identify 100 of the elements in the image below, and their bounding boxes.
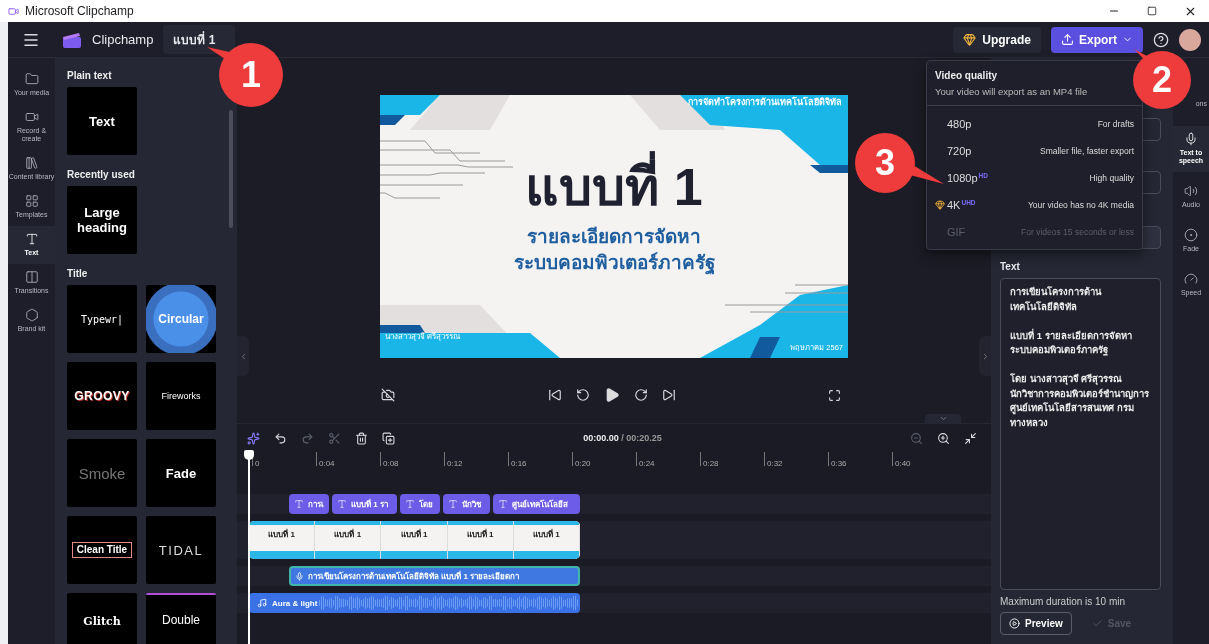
fullscreen-button[interactable] — [828, 388, 841, 402]
audio-clip[interactable]: Aura & light — [249, 593, 580, 613]
sparkles-button[interactable] — [247, 431, 260, 445]
duration-note: Maximum duration is 10 min — [1000, 596, 1127, 607]
skip-forward-button[interactable] — [661, 387, 676, 403]
check-icon — [1091, 618, 1103, 629]
hexagon-icon — [24, 308, 39, 322]
speaker-icon — [1184, 184, 1198, 198]
zoom-in-button[interactable] — [937, 431, 950, 445]
upgrade-button[interactable]: Upgrade — [953, 26, 1041, 53]
preview-button[interactable]: Preview — [1000, 612, 1072, 635]
delete-button[interactable] — [355, 431, 368, 445]
video-camera-icon — [24, 110, 39, 124]
voiceover-clip[interactable]: การเขียนโครงการด้านเทคโนโลยีดิจิทัล แบบที่ 1 รายละเอียดกา — [289, 566, 580, 586]
cut-button[interactable] — [328, 431, 341, 445]
microphone-icon — [1184, 132, 1198, 146]
columns-icon — [24, 270, 39, 284]
text-style-tile[interactable]: Typewr| — [67, 285, 137, 353]
camera-off-button[interactable] — [381, 388, 395, 402]
text-style-tile[interactable]: Glitch — [67, 593, 137, 644]
app-name: Clipchamp — [92, 32, 154, 47]
numbered-callout: 2 — [1131, 49, 1193, 109]
ruler-label: 0:20 — [574, 459, 591, 468]
fit-button[interactable] — [964, 431, 977, 445]
ruler-label: 0:40 — [894, 459, 911, 468]
numbered-callout: 3 — [854, 132, 946, 196]
forward-button[interactable] — [633, 387, 648, 403]
zoom-out-icon — [910, 431, 923, 445]
rewind-button[interactable] — [575, 387, 590, 403]
rewind-icon — [575, 388, 590, 402]
text-style-tile[interactable]: Text — [67, 87, 137, 155]
menu-title: Video quality — [935, 70, 999, 81]
text-icon — [294, 499, 304, 509]
skip-forward-icon — [661, 388, 676, 402]
text-clip[interactable]: การเ — [289, 494, 329, 514]
undo-icon — [274, 431, 287, 445]
text-icon — [24, 232, 39, 246]
scrollbar[interactable] — [229, 110, 233, 228]
text-input-area[interactable]: การเขียนโครงการด้าน เทคโนโลยีดิจิทัล แบบที่ 1 รายละเอียดการจัดหา ระบบคอมพิวเตอร์ภาครัฐ โดย นางสาวสุวจี ศรีสุวรรณ นักวิชาการคอมพิวเตอร์ชำนาญการ ศูนย์เทคโนโลยีสารสนเทศ กรมทางหลวง — [1000, 278, 1161, 590]
slide-header-text: การจัดทำโครงการด้านเทคโนโลยีดิจิทัล — [688, 96, 842, 109]
forward-icon — [633, 388, 648, 402]
text-style-tile[interactable]: GROOVY — [67, 362, 137, 430]
avatar[interactable] — [1179, 28, 1201, 51]
zoom-in-icon — [937, 431, 950, 445]
text-style-tile[interactable]: Double — [146, 593, 216, 644]
text-clip[interactable]: แบบที่ 1 รา — [332, 494, 397, 514]
app-icon — [8, 5, 19, 17]
skip-back-button[interactable] — [547, 387, 562, 403]
window-title: Microsoft Clipchamp — [25, 4, 134, 18]
text-icon — [337, 499, 347, 509]
help-icon — [1153, 31, 1169, 48]
library-icon — [24, 156, 39, 170]
ruler-label: 0:36 — [830, 459, 847, 468]
undo-button[interactable] — [274, 431, 287, 445]
section-title: Title — [67, 268, 89, 279]
text-style-tile[interactable]: Clean Title — [67, 516, 137, 584]
section-title: Plain text — [67, 70, 113, 81]
grid-icon — [24, 194, 39, 208]
ruler-label: 0:24 — [638, 459, 655, 468]
export-button[interactable]: Export — [1051, 26, 1143, 53]
scissors-icon — [328, 431, 341, 445]
project-name-field[interactable]: แบบที่ 1 — [163, 25, 236, 54]
clapperboard-logo-icon — [62, 31, 82, 48]
slide-author-text: นางสาวสุวจี ศรีสุวรรณ — [385, 331, 461, 343]
ruler-label: 0:32 — [766, 459, 783, 468]
text-clip[interactable]: ศูนย์เทคโนโลยีส — [493, 494, 580, 514]
zoom-out-button[interactable] — [910, 431, 923, 445]
text-style-tile[interactable]: TIDAL — [146, 516, 216, 584]
circle-icon — [1184, 228, 1198, 242]
text-icon — [498, 499, 508, 509]
text-style-tile[interactable]: Smoke — [67, 439, 137, 507]
section-title: Recently used — [67, 169, 136, 180]
help-button[interactable] — [1153, 31, 1169, 48]
shrink-icon — [964, 431, 977, 445]
redo-icon — [301, 431, 314, 445]
thumbnail-text: แบบที่ 1 — [400, 528, 428, 541]
text-icon — [405, 499, 415, 509]
text-icon — [448, 499, 458, 509]
fullscreen-icon — [828, 388, 841, 402]
microphone-icon — [295, 571, 304, 581]
redo-button[interactable] — [301, 431, 314, 445]
timecode: 00:00.00 / 00:20.25 — [582, 433, 663, 443]
folder-icon — [24, 72, 39, 86]
duplicate-button[interactable] — [382, 431, 395, 445]
slide-subtitle: รายละเอียดการจัดหา — [526, 225, 702, 249]
slide-title: แบบที่ 1 — [495, 150, 733, 226]
gem-icon — [963, 33, 977, 46]
thumbnail-text: แบบที่ 1 — [533, 528, 560, 541]
maximize-icon — [1147, 6, 1157, 16]
text-clip[interactable]: โดย — [400, 494, 440, 514]
text-style-tile[interactable]: Large heading — [67, 186, 137, 254]
thumbnail-text: แบบที่ 1 — [268, 528, 295, 541]
play-circle-icon — [1009, 618, 1020, 629]
video-clip[interactable]: แบบที่ 1 แบบที่ 1 แบบที่ 1 แบบที่ 1 แบบที่ 1 — [249, 521, 580, 559]
text-clip[interactable]: นักวิช — [443, 494, 490, 514]
text-style-tile[interactable]: Fade — [146, 439, 216, 507]
music-note-icon — [257, 598, 267, 608]
text-style-tile[interactable]: Fireworks — [146, 362, 216, 430]
ruler-label: 0:04 — [318, 459, 335, 468]
ruler-label: 0 — [254, 459, 260, 468]
